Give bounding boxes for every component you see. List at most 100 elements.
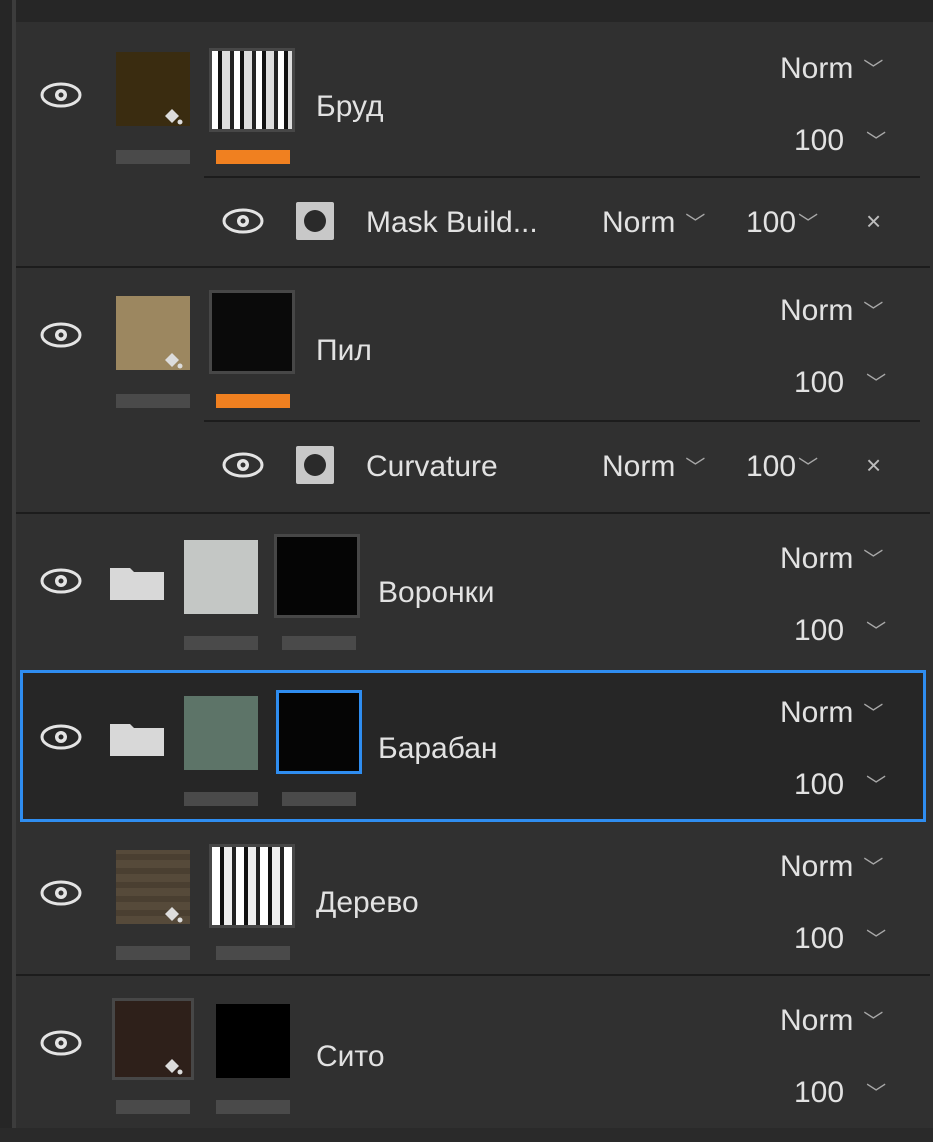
- blend-mode-value: Norm: [780, 850, 854, 883]
- opacity-select[interactable]: 100 ﹀: [746, 206, 818, 240]
- chevron-down-icon: ﹀: [863, 58, 884, 81]
- chevron-down-icon: ﹀: [863, 300, 884, 323]
- paint-bucket-icon: [165, 1059, 183, 1075]
- opacity-select[interactable]: 100 ﹀: [794, 768, 886, 802]
- opacity-select[interactable]: 100 ﹀: [794, 366, 886, 400]
- eye-icon[interactable]: [38, 320, 84, 350]
- blend-mode-value: Norm: [780, 294, 854, 327]
- chevron-down-icon: ﹀: [863, 1010, 884, 1033]
- layer-name[interactable]: Барабан: [378, 732, 498, 766]
- mask-icon: [296, 202, 334, 240]
- chevron-down-icon: ﹀: [685, 212, 706, 235]
- blend-mode-select[interactable]: Norm ﹀: [780, 1004, 883, 1038]
- opacity-value: 100: [794, 614, 845, 647]
- chevron-down-icon: ﹀: [798, 212, 819, 235]
- effect-row-mask-builder[interactable]: Mask Build... Norm ﹀ 100 ﹀ ×: [16, 178, 930, 266]
- opacity-select[interactable]: 100 ﹀: [794, 1076, 886, 1110]
- mask-thumbnail-bar: [216, 150, 290, 164]
- chevron-down-icon: ﹀: [866, 928, 887, 951]
- opacity-select[interactable]: 100 ﹀: [794, 124, 886, 158]
- blend-mode-select[interactable]: Norm ﹀: [780, 294, 883, 328]
- paint-bucket-icon: [165, 109, 183, 125]
- opacity-select[interactable]: 100 ﹀: [746, 450, 818, 484]
- group-thumbnail: [184, 540, 258, 614]
- chevron-down-icon: ﹀: [863, 548, 884, 571]
- layer-name[interactable]: Дерево: [316, 886, 419, 920]
- layer-mask-thumbnail[interactable]: [276, 690, 362, 774]
- mask-thumbnail-bar: [216, 946, 290, 960]
- fill-thumbnail-bar: [116, 394, 190, 408]
- layer-row-syto[interactable]: Сито Norm ﹀ 100 ﹀: [16, 976, 930, 1126]
- group-thumbnail: [184, 696, 258, 770]
- chevron-down-icon: ﹀: [863, 702, 884, 725]
- blend-mode-select[interactable]: Norm ﹀: [780, 696, 883, 730]
- blend-mode-value: Norm: [780, 52, 854, 85]
- blend-mode-select[interactable]: Norm ﹀: [780, 542, 883, 576]
- opacity-value: 100: [794, 366, 845, 399]
- layer-mask-thumbnail[interactable]: [209, 844, 295, 928]
- blend-mode-select[interactable]: Norm ﹀: [780, 850, 883, 884]
- layer-row-derevo[interactable]: Дерево Norm ﹀ 100 ﹀: [16, 826, 930, 974]
- layer-mask-thumbnail[interactable]: [216, 1004, 290, 1078]
- eye-icon[interactable]: [38, 80, 84, 110]
- blend-mode-select[interactable]: Norm ﹀: [602, 206, 705, 240]
- paint-bucket-icon: [165, 907, 183, 923]
- opacity-select[interactable]: 100 ﹀: [794, 922, 886, 956]
- chevron-down-icon: ﹀: [863, 856, 884, 879]
- layer-row-voronky[interactable]: Воронки Norm ﹀ 100 ﹀: [16, 514, 930, 666]
- opacity-value: 100: [794, 124, 845, 157]
- opacity-value: 100: [794, 768, 845, 801]
- layer-name[interactable]: Сито: [316, 1040, 385, 1074]
- blend-mode-value: Norm: [602, 450, 676, 483]
- panel-left-edge: [0, 0, 12, 1142]
- blend-mode-value: Norm: [780, 1004, 854, 1037]
- folder-icon: [110, 720, 164, 756]
- mask-thumbnail-bar: [282, 636, 356, 650]
- mask-thumbnail-bar: [216, 1100, 290, 1114]
- layers-panel: Бруд Norm ﹀ 100 ﹀ Mask Build... Norm ﹀ 100 ﹀…: [0, 0, 933, 1142]
- layer-name[interactable]: Пил: [316, 334, 372, 368]
- blend-mode-value: Norm: [780, 542, 854, 575]
- eye-icon[interactable]: [38, 566, 84, 596]
- layer-row-brud[interactable]: Бруд Norm ﹀ 100 ﹀: [16, 24, 930, 176]
- panel-bottom-strip: [0, 1128, 933, 1142]
- effect-row-curvature[interactable]: Curvature Norm ﹀ 100 ﹀ ×: [16, 422, 930, 510]
- panel-top-strip: [0, 0, 933, 22]
- paint-bucket-icon: [165, 353, 183, 369]
- fill-thumbnail-bar: [116, 150, 190, 164]
- close-icon[interactable]: ×: [866, 206, 881, 237]
- layer-mask-thumbnail[interactable]: [274, 534, 360, 618]
- group-thumbnail-bar: [184, 792, 258, 806]
- close-icon[interactable]: ×: [866, 450, 881, 481]
- chevron-down-icon: ﹀: [866, 1082, 887, 1105]
- mask-icon: [296, 446, 334, 484]
- layer-row-pil[interactable]: Пил Norm ﹀ 100 ﹀: [16, 268, 930, 420]
- effect-name[interactable]: Curvature: [366, 450, 498, 484]
- eye-icon[interactable]: [38, 878, 84, 908]
- blend-mode-select[interactable]: Norm ﹀: [780, 52, 883, 86]
- mask-thumbnail-bar: [282, 792, 356, 806]
- mask-thumbnail-bar: [216, 394, 290, 408]
- eye-icon[interactable]: [220, 450, 266, 480]
- chevron-down-icon: ﹀: [866, 372, 887, 395]
- layer-name[interactable]: Бруд: [316, 90, 384, 124]
- opacity-select[interactable]: 100 ﹀: [794, 614, 886, 648]
- chevron-down-icon: ﹀: [798, 456, 819, 479]
- opacity-value: 100: [746, 206, 797, 239]
- fill-thumbnail-bar: [116, 946, 190, 960]
- effect-name[interactable]: Mask Build...: [366, 206, 538, 240]
- chevron-down-icon: ﹀: [866, 130, 887, 153]
- opacity-value: 100: [794, 922, 845, 955]
- layer-row-baraban[interactable]: Барабан Norm ﹀ 100 ﹀: [20, 670, 926, 822]
- blend-mode-select[interactable]: Norm ﹀: [602, 450, 705, 484]
- layer-mask-thumbnail[interactable]: [209, 290, 295, 374]
- eye-icon[interactable]: [38, 1028, 84, 1058]
- layer-mask-thumbnail[interactable]: [209, 48, 295, 132]
- chevron-down-icon: ﹀: [866, 620, 887, 643]
- opacity-value: 100: [746, 450, 797, 483]
- chevron-down-icon: ﹀: [685, 456, 706, 479]
- eye-icon[interactable]: [38, 722, 84, 752]
- fill-thumbnail-bar: [116, 1100, 190, 1114]
- layer-name[interactable]: Воронки: [378, 576, 495, 610]
- eye-icon[interactable]: [220, 206, 266, 236]
